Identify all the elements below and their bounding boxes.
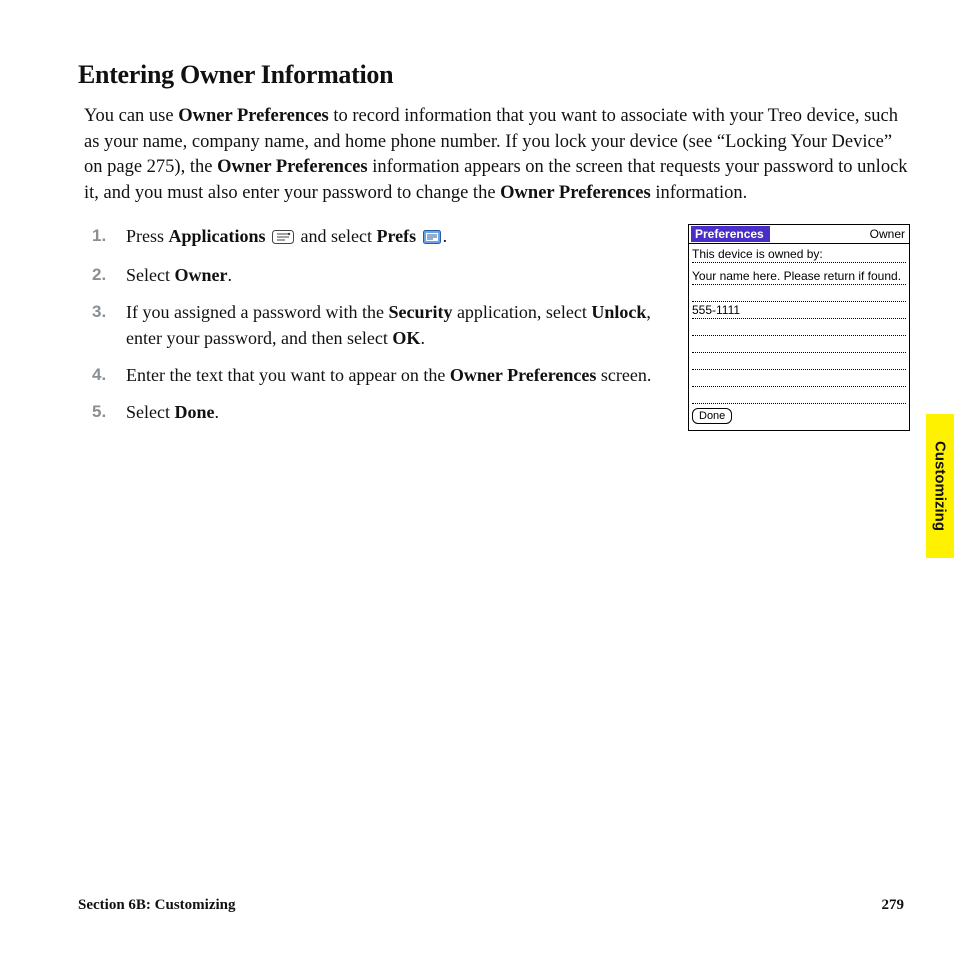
- step-text: Select: [126, 402, 174, 422]
- footer-section: Section 6B: Customizing: [78, 897, 236, 914]
- palm-blank-line: [692, 387, 906, 404]
- step-bold-owner-prefs: Owner Preferences: [450, 365, 596, 385]
- intro-text: You can use: [84, 106, 178, 126]
- palm-header: Preferences Owner: [689, 225, 909, 244]
- steps-list: Press Applications and select Prefs . Se…: [98, 224, 666, 437]
- step-3: If you assigned a password with the Secu…: [120, 300, 666, 350]
- step-text: .: [443, 226, 448, 246]
- intro-bold-owner-prefs: Owner Preferences: [500, 183, 651, 203]
- step-5: Select Done.: [120, 400, 666, 425]
- step-text: .: [214, 402, 219, 422]
- palm-body: This device is owned by: Your name here.…: [689, 244, 909, 430]
- step-bold-ok: OK: [392, 328, 420, 348]
- intro-bold-owner-prefs: Owner Preferences: [178, 106, 329, 126]
- step-4: Enter the text that you want to appear o…: [120, 363, 666, 388]
- page-footer: Section 6B: Customizing 279: [78, 897, 904, 914]
- intro-bold-owner-prefs: Owner Preferences: [217, 157, 368, 177]
- step-text: screen.: [596, 365, 651, 385]
- palm-category-label: Owner: [870, 227, 905, 241]
- step-text: Select: [126, 265, 174, 285]
- step-text: and select: [301, 226, 377, 246]
- page-title: Entering Owner Information: [78, 60, 910, 90]
- footer-page-number: 279: [882, 897, 905, 914]
- step-text: Enter the text that you want to appear o…: [126, 365, 450, 385]
- step-bold-done: Done: [174, 402, 214, 422]
- step-1: Press Applications and select Prefs .: [120, 224, 666, 251]
- step-text: .: [227, 265, 232, 285]
- section-side-tab: Customizing: [926, 414, 954, 558]
- palm-screenshot: Preferences Owner This device is owned b…: [688, 224, 910, 431]
- intro-paragraph: You can use Owner Preferences to record …: [84, 104, 910, 206]
- step-text: application, select: [452, 302, 591, 322]
- palm-blank-line: [692, 285, 906, 302]
- step-bold-owner: Owner: [174, 265, 227, 285]
- applications-key-icon: [272, 226, 294, 251]
- intro-text: information.: [651, 183, 748, 203]
- step-text: If you assigned a password with the: [126, 302, 388, 322]
- palm-blank-line: [692, 353, 906, 370]
- prefs-icon: [423, 226, 441, 251]
- palm-phone-line: 555-1111: [692, 302, 906, 319]
- step-bold-unlock: Unlock: [591, 302, 646, 322]
- palm-done-button[interactable]: Done: [692, 408, 732, 424]
- palm-owner-text: Your name here. Please return if found.: [692, 268, 906, 285]
- step-text: .: [420, 328, 425, 348]
- palm-owned-by-label: This device is owned by:: [692, 246, 906, 263]
- palm-blank-line: [692, 336, 906, 353]
- step-text: Press: [126, 226, 169, 246]
- step-bold-security: Security: [388, 302, 452, 322]
- palm-blank-line: [692, 319, 906, 336]
- palm-app-title: Preferences: [691, 226, 770, 242]
- step-bold-applications: Applications: [169, 226, 266, 246]
- step-bold-prefs: Prefs: [377, 226, 417, 246]
- step-2: Select Owner.: [120, 263, 666, 288]
- palm-blank-line: [692, 370, 906, 387]
